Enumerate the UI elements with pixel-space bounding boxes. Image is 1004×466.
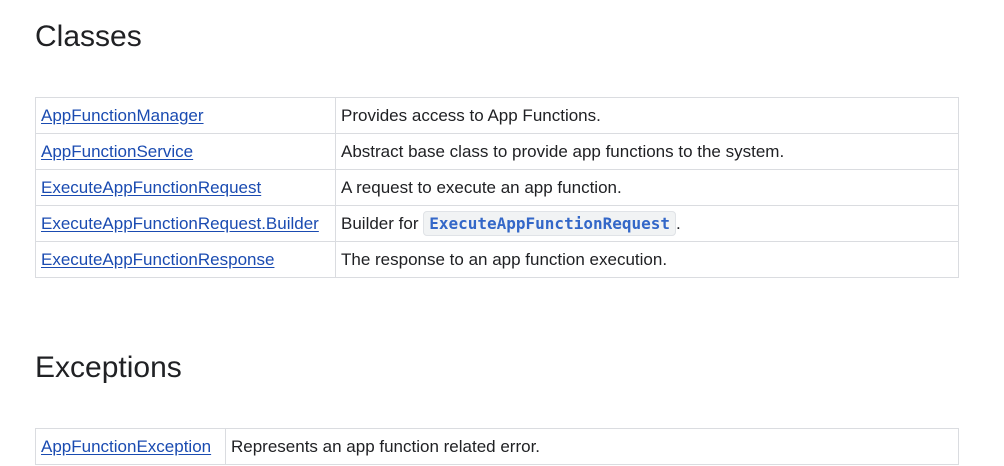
exception-name-cell: AppFunctionException xyxy=(35,428,226,465)
classes-heading: Classes xyxy=(35,20,142,53)
class-link-app-function-service[interactable]: AppFunctionService xyxy=(41,142,193,161)
class-description-cell: Provides access to App Functions. xyxy=(335,97,959,134)
table-row: ExecuteAppFunctionRequest.Builder Builde… xyxy=(35,205,959,242)
table-row: ExecuteAppFunctionRequest A request to e… xyxy=(35,169,959,206)
class-description-cell: Abstract base class to provide app funct… xyxy=(335,133,959,170)
description-suffix: . xyxy=(676,213,681,233)
class-description-cell: A request to execute an app function. xyxy=(335,169,959,206)
class-description-cell: The response to an app function executio… xyxy=(335,241,959,278)
inline-code-execute-app-function-request: ExecuteAppFunctionRequest xyxy=(423,210,677,236)
classes-table: AppFunctionManager Provides access to Ap… xyxy=(35,97,959,278)
table-row: AppFunctionException Represents an app f… xyxy=(35,428,959,465)
class-link-execute-app-function-request-builder[interactable]: ExecuteAppFunctionRequest.Builder xyxy=(41,214,319,233)
class-description-cell: Builder for ExecuteAppFunctionRequest. xyxy=(335,205,959,242)
class-name-cell: ExecuteAppFunctionRequest.Builder xyxy=(35,205,336,242)
class-name-cell: ExecuteAppFunctionRequest xyxy=(35,169,336,206)
class-link-execute-app-function-response[interactable]: ExecuteAppFunctionResponse xyxy=(41,250,274,269)
class-name-cell: AppFunctionManager xyxy=(35,97,336,134)
exception-description-cell: Represents an app function related error… xyxy=(225,428,959,465)
class-name-cell: AppFunctionService xyxy=(35,133,336,170)
table-row: AppFunctionManager Provides access to Ap… xyxy=(35,97,959,134)
class-link-app-function-manager[interactable]: AppFunctionManager xyxy=(41,106,204,125)
exceptions-heading: Exceptions xyxy=(35,351,182,384)
description-text: Builder for xyxy=(341,213,424,233)
class-name-cell: ExecuteAppFunctionResponse xyxy=(35,241,336,278)
exceptions-table: AppFunctionException Represents an app f… xyxy=(35,428,959,465)
table-row: ExecuteAppFunctionResponse The response … xyxy=(35,241,959,278)
exception-link-app-function-exception[interactable]: AppFunctionException xyxy=(41,437,211,456)
table-row: AppFunctionService Abstract base class t… xyxy=(35,133,959,170)
class-link-execute-app-function-request[interactable]: ExecuteAppFunctionRequest xyxy=(41,178,261,197)
